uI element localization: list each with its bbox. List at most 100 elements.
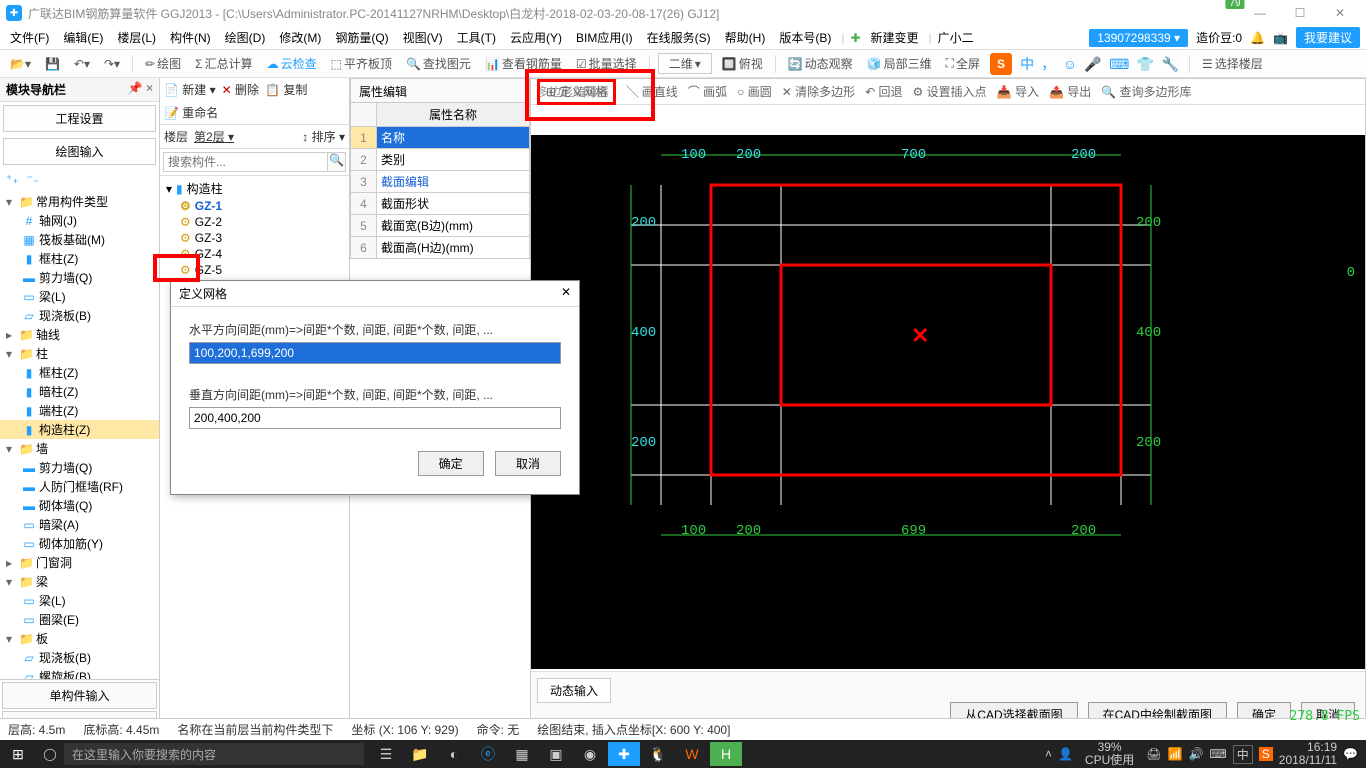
ime-skin-icon[interactable]: 👕 bbox=[1137, 56, 1154, 72]
find-element-button[interactable]: 🔍 查找图元 bbox=[402, 53, 475, 74]
top-view-button[interactable]: 🔲 俯视 bbox=[718, 53, 767, 74]
app-ggj-icon[interactable]: ✚ bbox=[608, 742, 640, 766]
tree-node[interactable]: ▦筏板基础(M) bbox=[0, 230, 159, 249]
ime-face-icon[interactable]: ☺ bbox=[1063, 56, 1077, 72]
redo-button[interactable]: ↷▾ bbox=[100, 55, 124, 73]
property-table[interactable]: 属性名称 1名称2类别3截面编辑4截面形状5截面宽(B边)(mm)6截面高(H边… bbox=[350, 102, 530, 259]
draw-circle-button[interactable]: ○ 画圆 bbox=[737, 83, 772, 100]
single-input-tab[interactable]: 单构件输入 bbox=[2, 682, 157, 709]
comp-root[interactable]: ▾ ▮ 构造柱 bbox=[166, 179, 343, 198]
tree-node[interactable]: #轴网(J) bbox=[0, 211, 159, 230]
tree-node[interactable]: ▮端柱(Z) bbox=[0, 401, 159, 420]
menu-modify[interactable]: 修改(M) bbox=[275, 27, 325, 48]
comp-item[interactable]: ⚙ GZ-1 bbox=[166, 198, 343, 214]
clear-poly-button[interactable]: ✕ 清除多边形 bbox=[782, 83, 855, 100]
sum-button[interactable]: Σ 汇总计算 bbox=[191, 53, 256, 74]
tree-node[interactable]: ▭梁(L) bbox=[0, 591, 159, 610]
tree-node[interactable]: ▮框柱(Z) bbox=[0, 363, 159, 382]
rename-component-button[interactable]: 📝 重命名 bbox=[164, 104, 218, 121]
tree-node[interactable]: ▬人防门框墙(RF) bbox=[0, 477, 159, 496]
search-input[interactable] bbox=[163, 152, 328, 172]
tree-node[interactable]: ▾📁梁 bbox=[0, 572, 159, 591]
expand-icon[interactable]: ⁺₊ bbox=[6, 172, 19, 186]
suggest-button[interactable]: 我要建议 bbox=[1296, 27, 1360, 48]
fullscreen-button[interactable]: ⛶ 全屏 bbox=[942, 53, 984, 74]
local-3d-button[interactable]: 🧊 局部三维 bbox=[863, 53, 936, 74]
tree-node[interactable]: ▱现浇板(B) bbox=[0, 648, 159, 667]
tree-node[interactable]: ▱螺旋板(B) bbox=[0, 667, 159, 679]
tree-node[interactable]: ▾📁柱 bbox=[0, 344, 159, 363]
tree-node[interactable]: ▮暗柱(Z) bbox=[0, 382, 159, 401]
set-insert-button[interactable]: ⚙ 设置插入点 bbox=[913, 83, 987, 100]
prop-row[interactable]: 1名称 bbox=[351, 127, 530, 149]
delete-component-button[interactable]: ✕ 删除 bbox=[222, 81, 259, 98]
taskbar-search[interactable]: 在这里输入你要搜索的内容 bbox=[64, 743, 364, 765]
menu-cloud[interactable]: 云应用(Y) bbox=[506, 27, 566, 48]
tray-network-icon[interactable]: 📶 bbox=[1168, 747, 1183, 761]
tree-node[interactable]: ▬剪力墙(Q) bbox=[0, 268, 159, 287]
dynamic-input-toggle[interactable]: 动态输入 bbox=[537, 678, 611, 703]
app-wps-icon[interactable]: W bbox=[676, 742, 708, 766]
app-folder-icon[interactable]: 📁 bbox=[404, 742, 436, 766]
tray-keyboard-icon[interactable]: ⌨ bbox=[1209, 747, 1226, 761]
ime-keyboard-icon[interactable]: ⌨ bbox=[1109, 56, 1129, 72]
app-360-icon[interactable]: ◉ bbox=[574, 742, 606, 766]
undo-poly-button[interactable]: ↶ 回退 bbox=[865, 83, 902, 100]
v-spacing-input[interactable] bbox=[189, 407, 561, 429]
ime-tool-icon[interactable]: 🔧 bbox=[1162, 56, 1179, 72]
tree-node[interactable]: ▾📁板 bbox=[0, 629, 159, 648]
tree-node[interactable]: ▭梁(L) bbox=[0, 287, 159, 306]
tray-sogou-icon[interactable]: S bbox=[1259, 747, 1273, 761]
define-grid-button[interactable]: ⊞ 定义网格 bbox=[537, 79, 616, 105]
app-qq-icon[interactable]: 🐧 bbox=[642, 742, 674, 766]
view-rebar-button[interactable]: 📊 查看钢筋量 bbox=[481, 53, 566, 74]
draw-arc-button[interactable]: ⌒ 画弧 bbox=[688, 83, 727, 100]
dialog-close-icon[interactable]: ✕ bbox=[561, 285, 571, 302]
import-button[interactable]: 📥 导入 bbox=[997, 83, 1039, 100]
polygon-canvas[interactable]: 100 200 700 200 100 200 699 200 200 400 … bbox=[531, 135, 1365, 669]
prop-row[interactable]: 3截面编辑 bbox=[351, 171, 530, 193]
close-button[interactable]: ✕ bbox=[1320, 6, 1360, 20]
phone-badge[interactable]: 13907298339 ▾ bbox=[1089, 29, 1188, 47]
menu-rebar[interactable]: 钢筋量(Q) bbox=[331, 27, 392, 48]
menu-draw[interactable]: 绘图(D) bbox=[221, 27, 270, 48]
draw-input-tab[interactable]: 绘图输入 bbox=[3, 138, 156, 165]
ime-toolbar[interactable]: 中 ， ☺ 🎤 ⌨ 👕 🔧 bbox=[1018, 54, 1181, 74]
tree-node[interactable]: ▱现浇板(B) bbox=[0, 306, 159, 325]
comp-item[interactable]: ⚙ GZ-4 bbox=[166, 246, 343, 262]
floor-select[interactable]: 第2层 ▾ bbox=[194, 128, 234, 145]
batch-select-button[interactable]: ☑ 批量选择 bbox=[572, 53, 641, 74]
prop-row[interactable]: 5截面宽(B边)(mm) bbox=[351, 215, 530, 237]
query-poly-button[interactable]: 🔍 查询多边形库 bbox=[1101, 83, 1191, 100]
menu-tools[interactable]: 工具(T) bbox=[453, 27, 500, 48]
tree-node[interactable]: ▮构造柱(Z) bbox=[0, 420, 159, 439]
draw-button[interactable]: ✏ 绘图 bbox=[141, 53, 185, 74]
tray-up-icon[interactable]: ˄ bbox=[1045, 747, 1052, 761]
tv-icon[interactable]: 📺 bbox=[1273, 31, 1288, 45]
view-mode-select[interactable]: 二维 ▾ bbox=[658, 53, 712, 74]
cpu-meter[interactable]: 39%CPU使用 bbox=[1085, 741, 1134, 767]
nav-tree[interactable]: ▾📁常用构件类型#轴网(J)▦筏板基础(M)▮框柱(Z)▬剪力墙(Q)▭梁(L)… bbox=[0, 190, 159, 679]
tree-node[interactable]: ▭砌体加筋(Y) bbox=[0, 534, 159, 553]
menu-edit[interactable]: 编辑(E) bbox=[59, 27, 107, 48]
draw-line-button[interactable]: ╲ 画直线 bbox=[626, 83, 677, 100]
prop-row[interactable]: 6截面高(H边)(mm) bbox=[351, 237, 530, 259]
tree-node[interactable]: ▬砌体墙(Q) bbox=[0, 496, 159, 515]
tree-node[interactable]: ▸📁门窗洞 bbox=[0, 553, 159, 572]
app-ie-icon[interactable]: ⓔ bbox=[472, 742, 504, 766]
comp-item[interactable]: ⚙ GZ-3 bbox=[166, 230, 343, 246]
tray-printer-icon[interactable]: 🖨 bbox=[1146, 747, 1161, 761]
tree-node[interactable]: ▸📁轴线 bbox=[0, 325, 159, 344]
sort-button[interactable]: ↕ 排序 ▾ bbox=[302, 128, 345, 145]
app-epic-icon[interactable]: ◐ bbox=[438, 742, 470, 766]
tree-node[interactable]: ▮框柱(Z) bbox=[0, 249, 159, 268]
menu-file[interactable]: 文件(F) bbox=[6, 27, 53, 48]
menu-bim[interactable]: BIM应用(I) bbox=[572, 27, 637, 48]
undo-button[interactable]: ↶▾ bbox=[70, 55, 94, 73]
app-xshell-icon[interactable]: ▣ bbox=[540, 742, 572, 766]
prop-row[interactable]: 4截面形状 bbox=[351, 193, 530, 215]
menu-online[interactable]: 在线服务(S) bbox=[643, 27, 715, 48]
bell-icon[interactable]: 🔔 bbox=[1250, 31, 1265, 45]
ime-punct-icon[interactable]: ， bbox=[1041, 56, 1055, 72]
save-button[interactable]: 💾 bbox=[41, 55, 64, 73]
